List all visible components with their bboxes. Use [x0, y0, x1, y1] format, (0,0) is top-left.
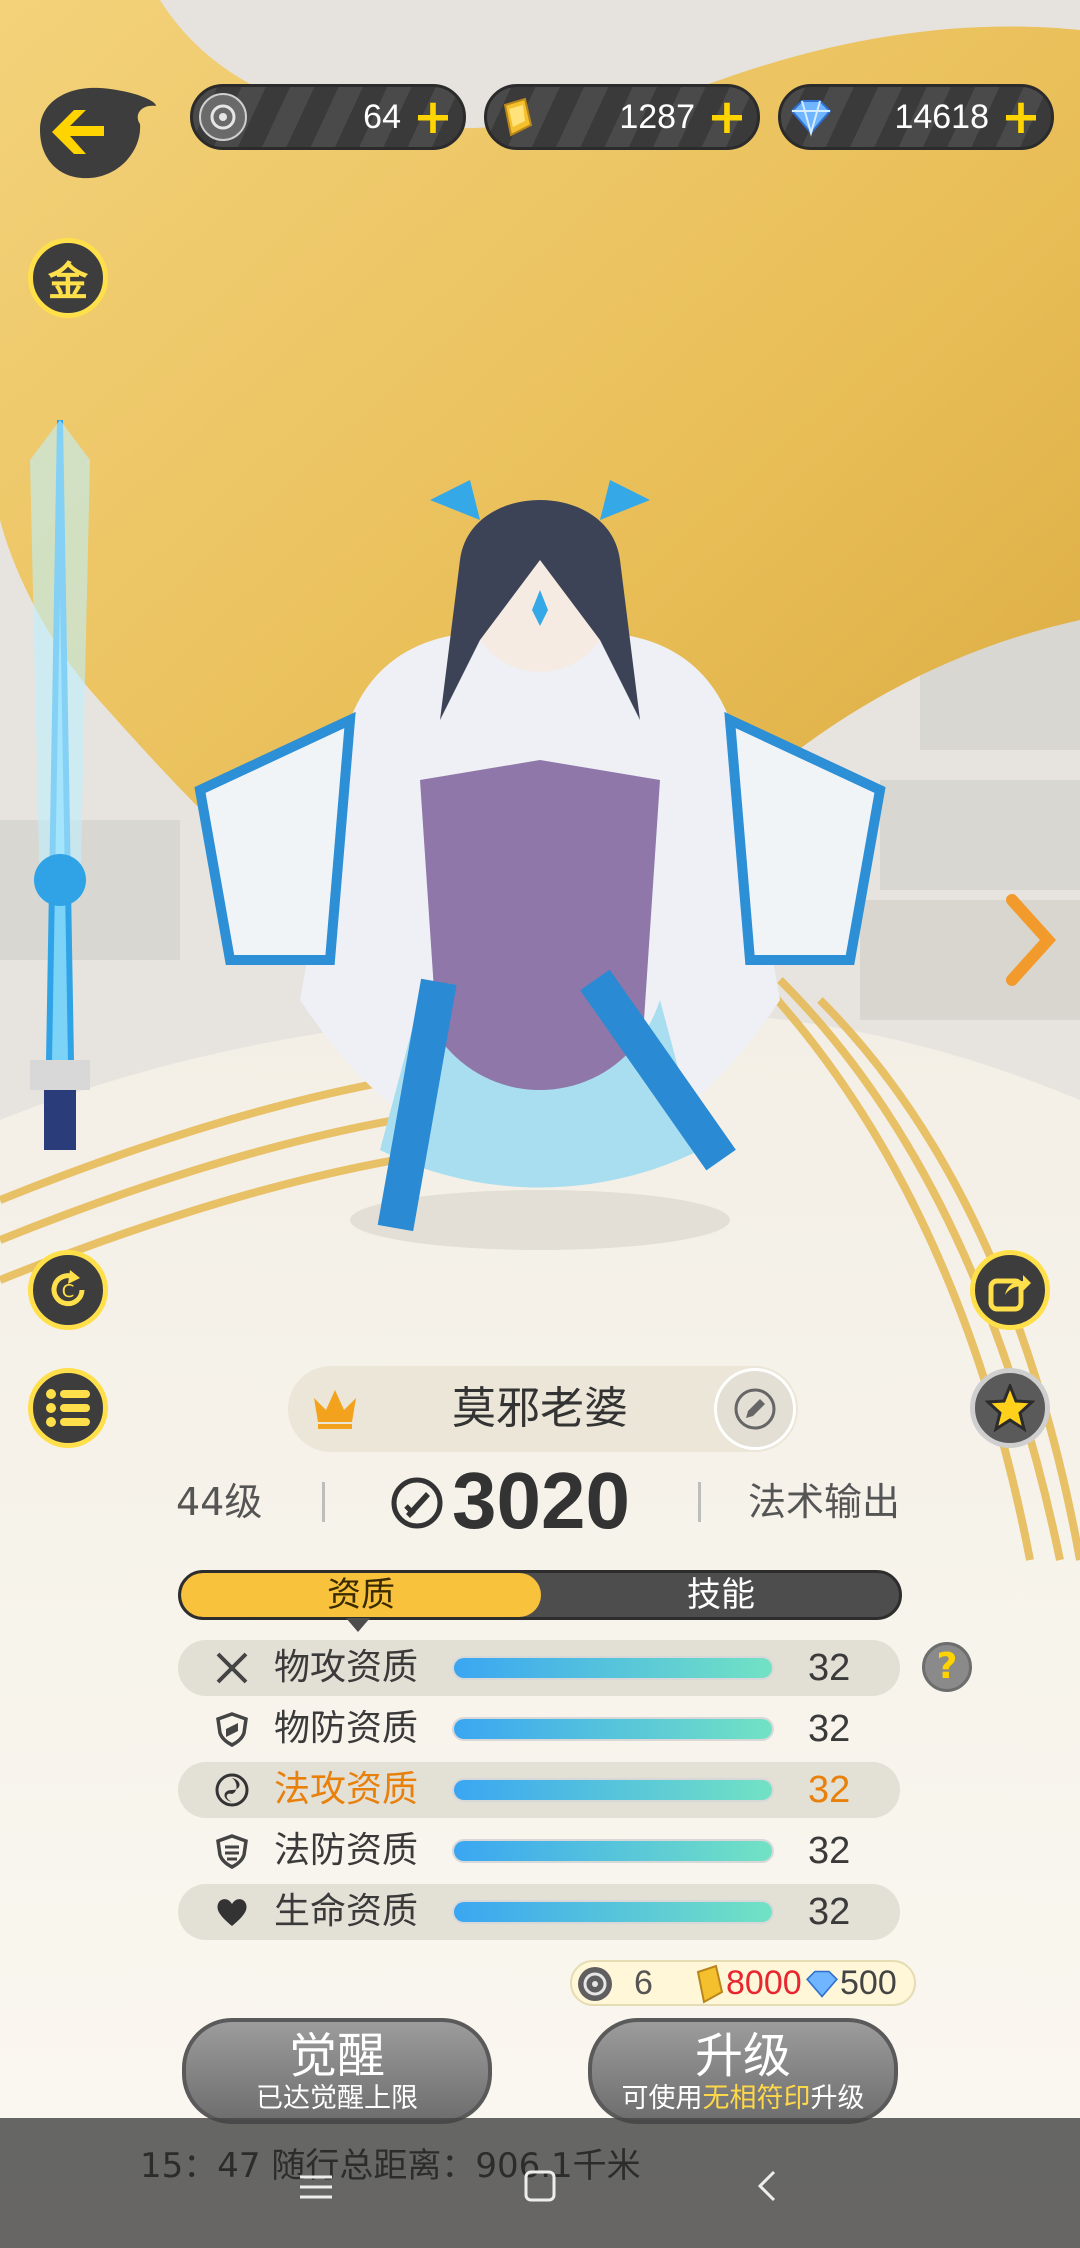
share-icon: [988, 1275, 1031, 1312]
gold-ingot-icon: [696, 1964, 724, 2004]
refresh-icon: C: [51, 1270, 85, 1307]
magic-swirl-icon: [215, 1773, 249, 1807]
attr-bar: [452, 1656, 774, 1680]
share-button[interactable]: [970, 1250, 1050, 1330]
awaken-button[interactable]: 觉醒 已达觉醒上限: [182, 2018, 492, 2124]
awaken-subtitle: 已达觉醒上限: [256, 2083, 418, 2114]
menu-icon: [300, 2175, 332, 2199]
heart-icon: [217, 1899, 247, 1926]
upgrade-title: 升级: [694, 2028, 791, 2084]
shield-icon: [216, 1712, 248, 1747]
character-level: 44级: [176, 1480, 263, 1524]
add-gem-button[interactable]: +: [999, 93, 1043, 141]
star-icon: [985, 1384, 1035, 1432]
token-coin-icon: [199, 93, 247, 141]
diamond-icon: [806, 1970, 838, 1998]
attr-bar: [452, 1778, 774, 1802]
attr-row-phys-attack: 物攻资质 32: [178, 1640, 900, 1696]
upgrade-sub-prefix: 可使用: [621, 2083, 703, 2114]
tab-skills[interactable]: 技能: [541, 1573, 899, 1617]
attr-bar-fill: [454, 1841, 772, 1861]
attr-value: 32: [808, 1891, 851, 1933]
gem-count: 14618: [894, 98, 989, 136]
home-nav-button[interactable]: [522, 2168, 558, 2208]
character-role: 法术输出: [748, 1480, 901, 1524]
crossed-swords-icon: [216, 1652, 248, 1684]
attr-bar-fill: [454, 1780, 772, 1800]
attr-label: 物防资质: [274, 1708, 419, 1749]
back-button[interactable]: [30, 80, 160, 182]
home-square-icon: [524, 2170, 556, 2202]
attr-bar: [452, 1717, 774, 1741]
diamond-icon: [787, 93, 835, 141]
attr-value: 32: [808, 1769, 851, 1811]
attr-value: 32: [808, 1647, 851, 1689]
status-text: 15：47 随行总距离：906.1千米: [140, 2146, 641, 2186]
attr-row-hp: 生命资质 32: [178, 1884, 900, 1940]
attr-value: 32: [808, 1708, 851, 1750]
upgrade-button[interactable]: 升级 可使用无相符印升级: [588, 2018, 898, 2124]
attr-label: 生命资质: [274, 1891, 419, 1932]
back-chevron-icon: [757, 2170, 776, 2202]
attr-bar-fill: [454, 1658, 772, 1678]
tab-pointer: [346, 1618, 370, 1632]
upgrade-sub-suffix: 升级: [810, 2083, 865, 2114]
attr-label: 物攻资质: [274, 1647, 419, 1688]
gold-badge-label: 金: [48, 259, 88, 305]
svg-text:C: C: [62, 1281, 75, 1302]
add-gold-button[interactable]: +: [705, 93, 749, 141]
divider: [698, 1482, 701, 1522]
gold-ingot-icon: [493, 93, 541, 141]
upgrade-cost: 6 8000 500: [570, 1960, 916, 2006]
upgrade-subtitle: 可使用无相符印升级: [592, 2082, 894, 2116]
pencil-icon: [734, 1388, 776, 1430]
rename-button[interactable]: [714, 1368, 796, 1450]
attr-row-magic-defense: 法防资质 32: [178, 1823, 900, 1879]
cost-tokens: 6: [634, 1964, 653, 2002]
attr-bar-fill: [454, 1902, 772, 1922]
attr-bar: [452, 1900, 774, 1924]
attr-bar: [452, 1839, 774, 1863]
attr-row-magic-attack: 法攻资质 32: [178, 1762, 900, 1818]
power-icon: [390, 1476, 444, 1534]
cost-gold: 8000: [726, 1964, 802, 2002]
gem-currency: 14618 +: [778, 84, 1054, 150]
token-currency: 64 +: [190, 84, 466, 150]
magic-shield-icon: [216, 1834, 248, 1869]
help-button[interactable]: ?: [922, 1642, 972, 1692]
gold-currency: 1287 +: [484, 84, 760, 150]
tab-bar: 资质 技能: [178, 1570, 902, 1620]
list-button[interactable]: [28, 1368, 108, 1448]
token-count: 64: [363, 98, 401, 136]
attr-label: 法防资质: [274, 1830, 419, 1871]
attr-value: 32: [808, 1830, 851, 1872]
cost-gems: 500: [840, 1964, 897, 2002]
favorite-button[interactable]: [970, 1368, 1050, 1448]
character-name: 莫邪老婆: [452, 1383, 628, 1434]
attr-row-phys-defense: 物防资质 32: [178, 1701, 900, 1757]
refresh-button[interactable]: C: [28, 1250, 108, 1330]
tab-aptitude[interactable]: 资质: [181, 1573, 541, 1617]
power-value: 3020: [452, 1456, 630, 1545]
back-arrow-icon: [40, 87, 156, 179]
awaken-title: 觉醒: [288, 2028, 385, 2084]
token-coin-icon: [578, 1967, 612, 2001]
crown-icon: [310, 1386, 360, 1434]
attr-bar-fill: [454, 1719, 772, 1739]
back-nav-button[interactable]: [752, 2168, 782, 2208]
add-token-button[interactable]: +: [411, 93, 455, 141]
list-icon: [46, 1389, 90, 1427]
attr-label: 法攻资质: [274, 1769, 419, 1810]
gold-badge-button[interactable]: 金: [28, 238, 108, 318]
divider: [322, 1482, 325, 1522]
upgrade-sub-item: 无相符印: [702, 2083, 811, 2114]
menu-nav-button[interactable]: [296, 2172, 336, 2206]
gold-count: 1287: [619, 98, 695, 136]
